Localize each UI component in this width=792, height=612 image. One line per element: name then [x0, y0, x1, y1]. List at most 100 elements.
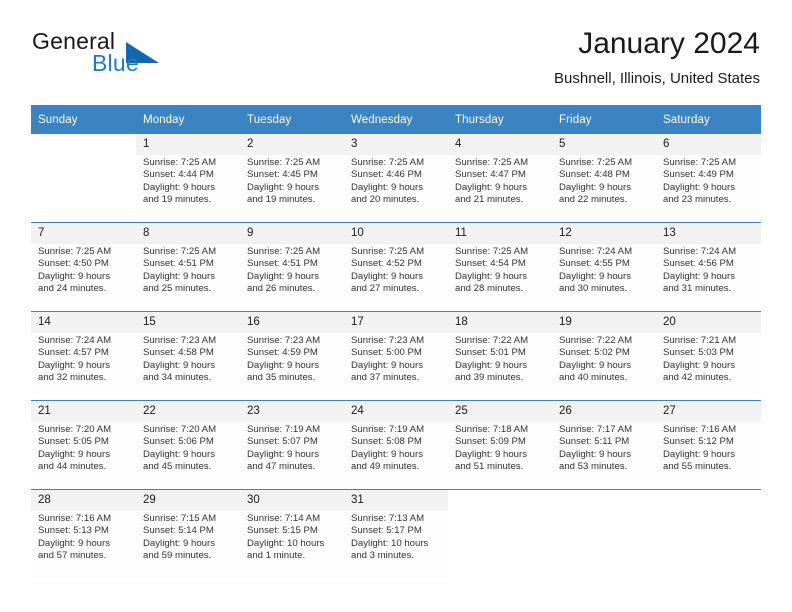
day-cell-number[interactable]: 12 — [552, 223, 656, 244]
daylight-text-line2: and 51 minutes. — [455, 461, 524, 473]
day-cell-number[interactable]: 21 — [31, 401, 136, 422]
day-info-cell: Sunrise: 7:25 AM Sunset: 4:52 PM Dayligh… — [344, 244, 448, 311]
day-info-cell: Sunrise: 7:16 AM Sunset: 5:12 PM Dayligh… — [656, 422, 761, 489]
sunset-text: Sunset: 4:59 PM — [247, 347, 318, 359]
sunset-text: Sunset: 4:47 PM — [455, 169, 526, 181]
sunrise-text: Sunrise: 7:21 AM — [663, 335, 737, 346]
daylight-text-line1: Daylight: 9 hours — [143, 537, 215, 549]
day-info-cell: Sunrise: 7:17 AM Sunset: 5:11 PM Dayligh… — [552, 422, 656, 489]
day-cell-number[interactable]: 7 — [31, 223, 136, 244]
day-info-cell: Sunrise: 7:19 AM Sunset: 5:08 PM Dayligh… — [344, 422, 448, 489]
day-info-cell: Sunrise: 7:25 AM Sunset: 4:48 PM Dayligh… — [552, 155, 656, 222]
day-number-row: 14 15 16 17 18 19 20 — [31, 312, 761, 333]
day-info-row: Sunrise: 7:20 AM Sunset: 5:05 PM Dayligh… — [31, 422, 761, 489]
sunrise-text: Sunrise: 7:25 AM — [143, 246, 217, 257]
day-cell-number[interactable]: 27 — [656, 401, 761, 422]
day-cell-empty — [31, 134, 136, 155]
day-cell-number[interactable]: 22 — [136, 401, 240, 422]
sunset-text: Sunset: 5:07 PM — [247, 436, 318, 448]
day-cell-number[interactable]: 14 — [31, 312, 136, 333]
day-cell-number[interactable]: 2 — [240, 134, 344, 155]
day-cell-number[interactable]: 11 — [448, 223, 552, 244]
weekday-header-sunday: Sunday — [31, 105, 136, 134]
day-info-empty — [552, 511, 656, 578]
day-cell-number[interactable]: 13 — [656, 223, 761, 244]
day-cell-number[interactable]: 8 — [136, 223, 240, 244]
sunrise-text: Sunrise: 7:25 AM — [143, 157, 217, 168]
day-info-empty — [656, 511, 761, 578]
day-info-cell: Sunrise: 7:25 AM Sunset: 4:51 PM Dayligh… — [240, 244, 344, 311]
day-info-row: Sunrise: 7:25 AM Sunset: 4:50 PM Dayligh… — [31, 244, 761, 311]
daylight-text-line1: Daylight: 9 hours — [38, 537, 110, 549]
daylight-text-line1: Daylight: 9 hours — [247, 448, 319, 460]
day-cell-number[interactable]: 3 — [344, 134, 448, 155]
day-cell-number[interactable]: 25 — [448, 401, 552, 422]
weekday-header-thursday: Thursday — [448, 105, 552, 134]
day-info-cell: Sunrise: 7:24 AM Sunset: 4:55 PM Dayligh… — [552, 244, 656, 311]
daylight-text-line1: Daylight: 9 hours — [247, 359, 319, 371]
daylight-text-line2: and 57 minutes. — [38, 550, 107, 562]
day-cell-number[interactable]: 28 — [31, 490, 136, 511]
daylight-text-line2: and 22 minutes. — [559, 194, 628, 206]
day-cell-number[interactable]: 29 — [136, 490, 240, 511]
sunrise-text: Sunrise: 7:25 AM — [247, 246, 321, 257]
day-cell-number[interactable]: 30 — [240, 490, 344, 511]
location-subtitle: Bushnell, Illinois, United States — [554, 70, 760, 87]
sunrise-text: Sunrise: 7:13 AM — [351, 513, 425, 524]
day-cell-number[interactable]: 23 — [240, 401, 344, 422]
day-cell-number[interactable]: 9 — [240, 223, 344, 244]
day-info-cell: Sunrise: 7:16 AM Sunset: 5:13 PM Dayligh… — [31, 511, 136, 578]
sunrise-text: Sunrise: 7:23 AM — [143, 335, 217, 346]
daylight-text-line2: and 39 minutes. — [455, 372, 524, 384]
day-cell-number[interactable]: 15 — [136, 312, 240, 333]
day-info-cell: Sunrise: 7:25 AM Sunset: 4:45 PM Dayligh… — [240, 155, 344, 222]
daylight-text-line2: and 24 minutes. — [38, 283, 107, 295]
daylight-text-line2: and 49 minutes. — [351, 461, 420, 473]
sunrise-text: Sunrise: 7:25 AM — [455, 157, 529, 168]
day-info-empty — [448, 511, 552, 578]
daylight-text-line1: Daylight: 9 hours — [247, 270, 319, 282]
day-cell-number[interactable]: 1 — [136, 134, 240, 155]
day-cell-number[interactable]: 18 — [448, 312, 552, 333]
daylight-text-line1: Daylight: 9 hours — [559, 448, 631, 460]
day-number-row: 21 22 23 24 25 26 27 — [31, 401, 761, 422]
sunrise-text: Sunrise: 7:25 AM — [455, 246, 529, 257]
daylight-text-line2: and 34 minutes. — [143, 372, 212, 384]
day-cell-number[interactable]: 6 — [656, 134, 761, 155]
daylight-text-line1: Daylight: 9 hours — [663, 270, 735, 282]
weekday-header-row: Sunday Monday Tuesday Wednesday Thursday… — [31, 105, 761, 134]
day-info-cell: Sunrise: 7:22 AM Sunset: 5:01 PM Dayligh… — [448, 333, 552, 400]
calendar-page: General Blue January 2024 Bushnell, Illi… — [0, 0, 792, 612]
sunset-text: Sunset: 5:00 PM — [351, 347, 422, 359]
day-cell-number[interactable]: 20 — [656, 312, 761, 333]
sunrise-text: Sunrise: 7:22 AM — [559, 335, 633, 346]
sunset-text: Sunset: 4:52 PM — [351, 258, 422, 270]
daylight-text-line2: and 40 minutes. — [559, 372, 628, 384]
daylight-text-line2: and 53 minutes. — [559, 461, 628, 473]
day-cell-number[interactable]: 19 — [552, 312, 656, 333]
daylight-text-line2: and 37 minutes. — [351, 372, 420, 384]
daylight-text-line1: Daylight: 9 hours — [559, 181, 631, 193]
day-cell-number[interactable]: 31 — [344, 490, 448, 511]
day-cell-number[interactable]: 5 — [552, 134, 656, 155]
daylight-text-line2: and 26 minutes. — [247, 283, 316, 295]
daylight-text-line2: and 30 minutes. — [559, 283, 628, 295]
day-info-cell: Sunrise: 7:14 AM Sunset: 5:15 PM Dayligh… — [240, 511, 344, 578]
daylight-text-line2: and 42 minutes. — [663, 372, 732, 384]
sunset-text: Sunset: 4:58 PM — [143, 347, 214, 359]
daylight-text-line2: and 3 minutes. — [351, 550, 414, 562]
sunrise-text: Sunrise: 7:23 AM — [351, 335, 425, 346]
day-info-cell: Sunrise: 7:19 AM Sunset: 5:07 PM Dayligh… — [240, 422, 344, 489]
day-cell-number[interactable]: 16 — [240, 312, 344, 333]
day-cell-number[interactable]: 24 — [344, 401, 448, 422]
sunset-text: Sunset: 5:01 PM — [455, 347, 526, 359]
sunset-text: Sunset: 5:08 PM — [351, 436, 422, 448]
day-cell-number[interactable]: 26 — [552, 401, 656, 422]
sunset-text: Sunset: 4:51 PM — [247, 258, 318, 270]
day-cell-number[interactable]: 10 — [344, 223, 448, 244]
day-cell-number[interactable]: 4 — [448, 134, 552, 155]
day-cell-number[interactable]: 17 — [344, 312, 448, 333]
day-info-cell: Sunrise: 7:23 AM Sunset: 5:00 PM Dayligh… — [344, 333, 448, 400]
weekday-header-tuesday: Tuesday — [240, 105, 344, 134]
sunset-text: Sunset: 5:03 PM — [663, 347, 734, 359]
